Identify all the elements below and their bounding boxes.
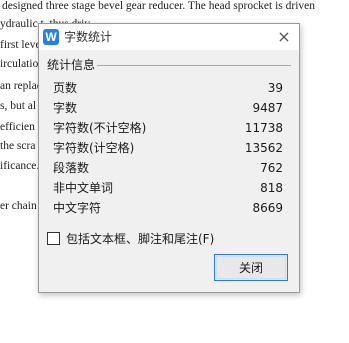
stat-value: 762 xyxy=(260,161,283,175)
stat-row-non-chinese-words: 非中文单词 818 xyxy=(53,180,283,200)
stat-row-paragraphs: 段落数 762 xyxy=(53,160,283,180)
stat-label: 字数 xyxy=(53,101,78,115)
group-divider xyxy=(97,65,291,66)
app-icon-glyph: W xyxy=(45,30,57,44)
wps-writer-icon: W xyxy=(43,29,59,45)
dialog-title: 字数统计 xyxy=(64,30,113,44)
dialog-titlebar[interactable]: W 字数统计 × xyxy=(39,24,299,50)
stat-label: 段落数 xyxy=(53,161,90,175)
stat-label: 字符数(计空格) xyxy=(53,141,135,155)
doc-line: ificance. xyxy=(0,160,40,172)
include-textbox-footnotes-checkbox[interactable] xyxy=(47,232,60,245)
stat-label: 字符数(不计空格) xyxy=(53,121,147,135)
stat-value: 13562 xyxy=(244,141,283,155)
doc-line: designed three stage bevel gear reducer.… xyxy=(2,0,316,12)
word-count-dialog: W 字数统计 × 统计信息 页数 39 字数 9487 字符数(不计空格) 11… xyxy=(38,23,300,293)
stats-list: 页数 39 字数 9487 字符数(不计空格) 11738 字符数(计空格) 1… xyxy=(53,80,283,220)
stat-value: 9487 xyxy=(252,101,283,115)
stat-row-chinese-chars: 中文字符 8669 xyxy=(53,200,283,220)
close-button[interactable]: 关闭 xyxy=(214,254,288,281)
stat-value: 818 xyxy=(260,181,283,195)
stat-value: 8669 xyxy=(252,201,283,215)
stat-row-words: 字数 9487 xyxy=(53,100,283,120)
stat-row-chars-no-spaces: 字符数(不计空格) 11738 xyxy=(53,120,283,140)
doc-line: er chain xyxy=(0,200,37,212)
stat-label: 页数 xyxy=(53,81,78,95)
stat-row-pages: 页数 39 xyxy=(53,80,283,100)
stat-label: 中文字符 xyxy=(53,201,102,215)
stat-row-chars-with-spaces: 字符数(计空格) 13562 xyxy=(53,140,283,160)
stat-label: 非中文单词 xyxy=(53,181,114,195)
stats-group-title: 统计信息 xyxy=(47,57,98,73)
checkbox-label: 包括文本框、脚注和尾注(F) xyxy=(66,232,215,246)
stat-value: 39 xyxy=(267,81,283,95)
stat-value: 11738 xyxy=(244,121,283,135)
close-icon[interactable]: × xyxy=(277,28,291,46)
